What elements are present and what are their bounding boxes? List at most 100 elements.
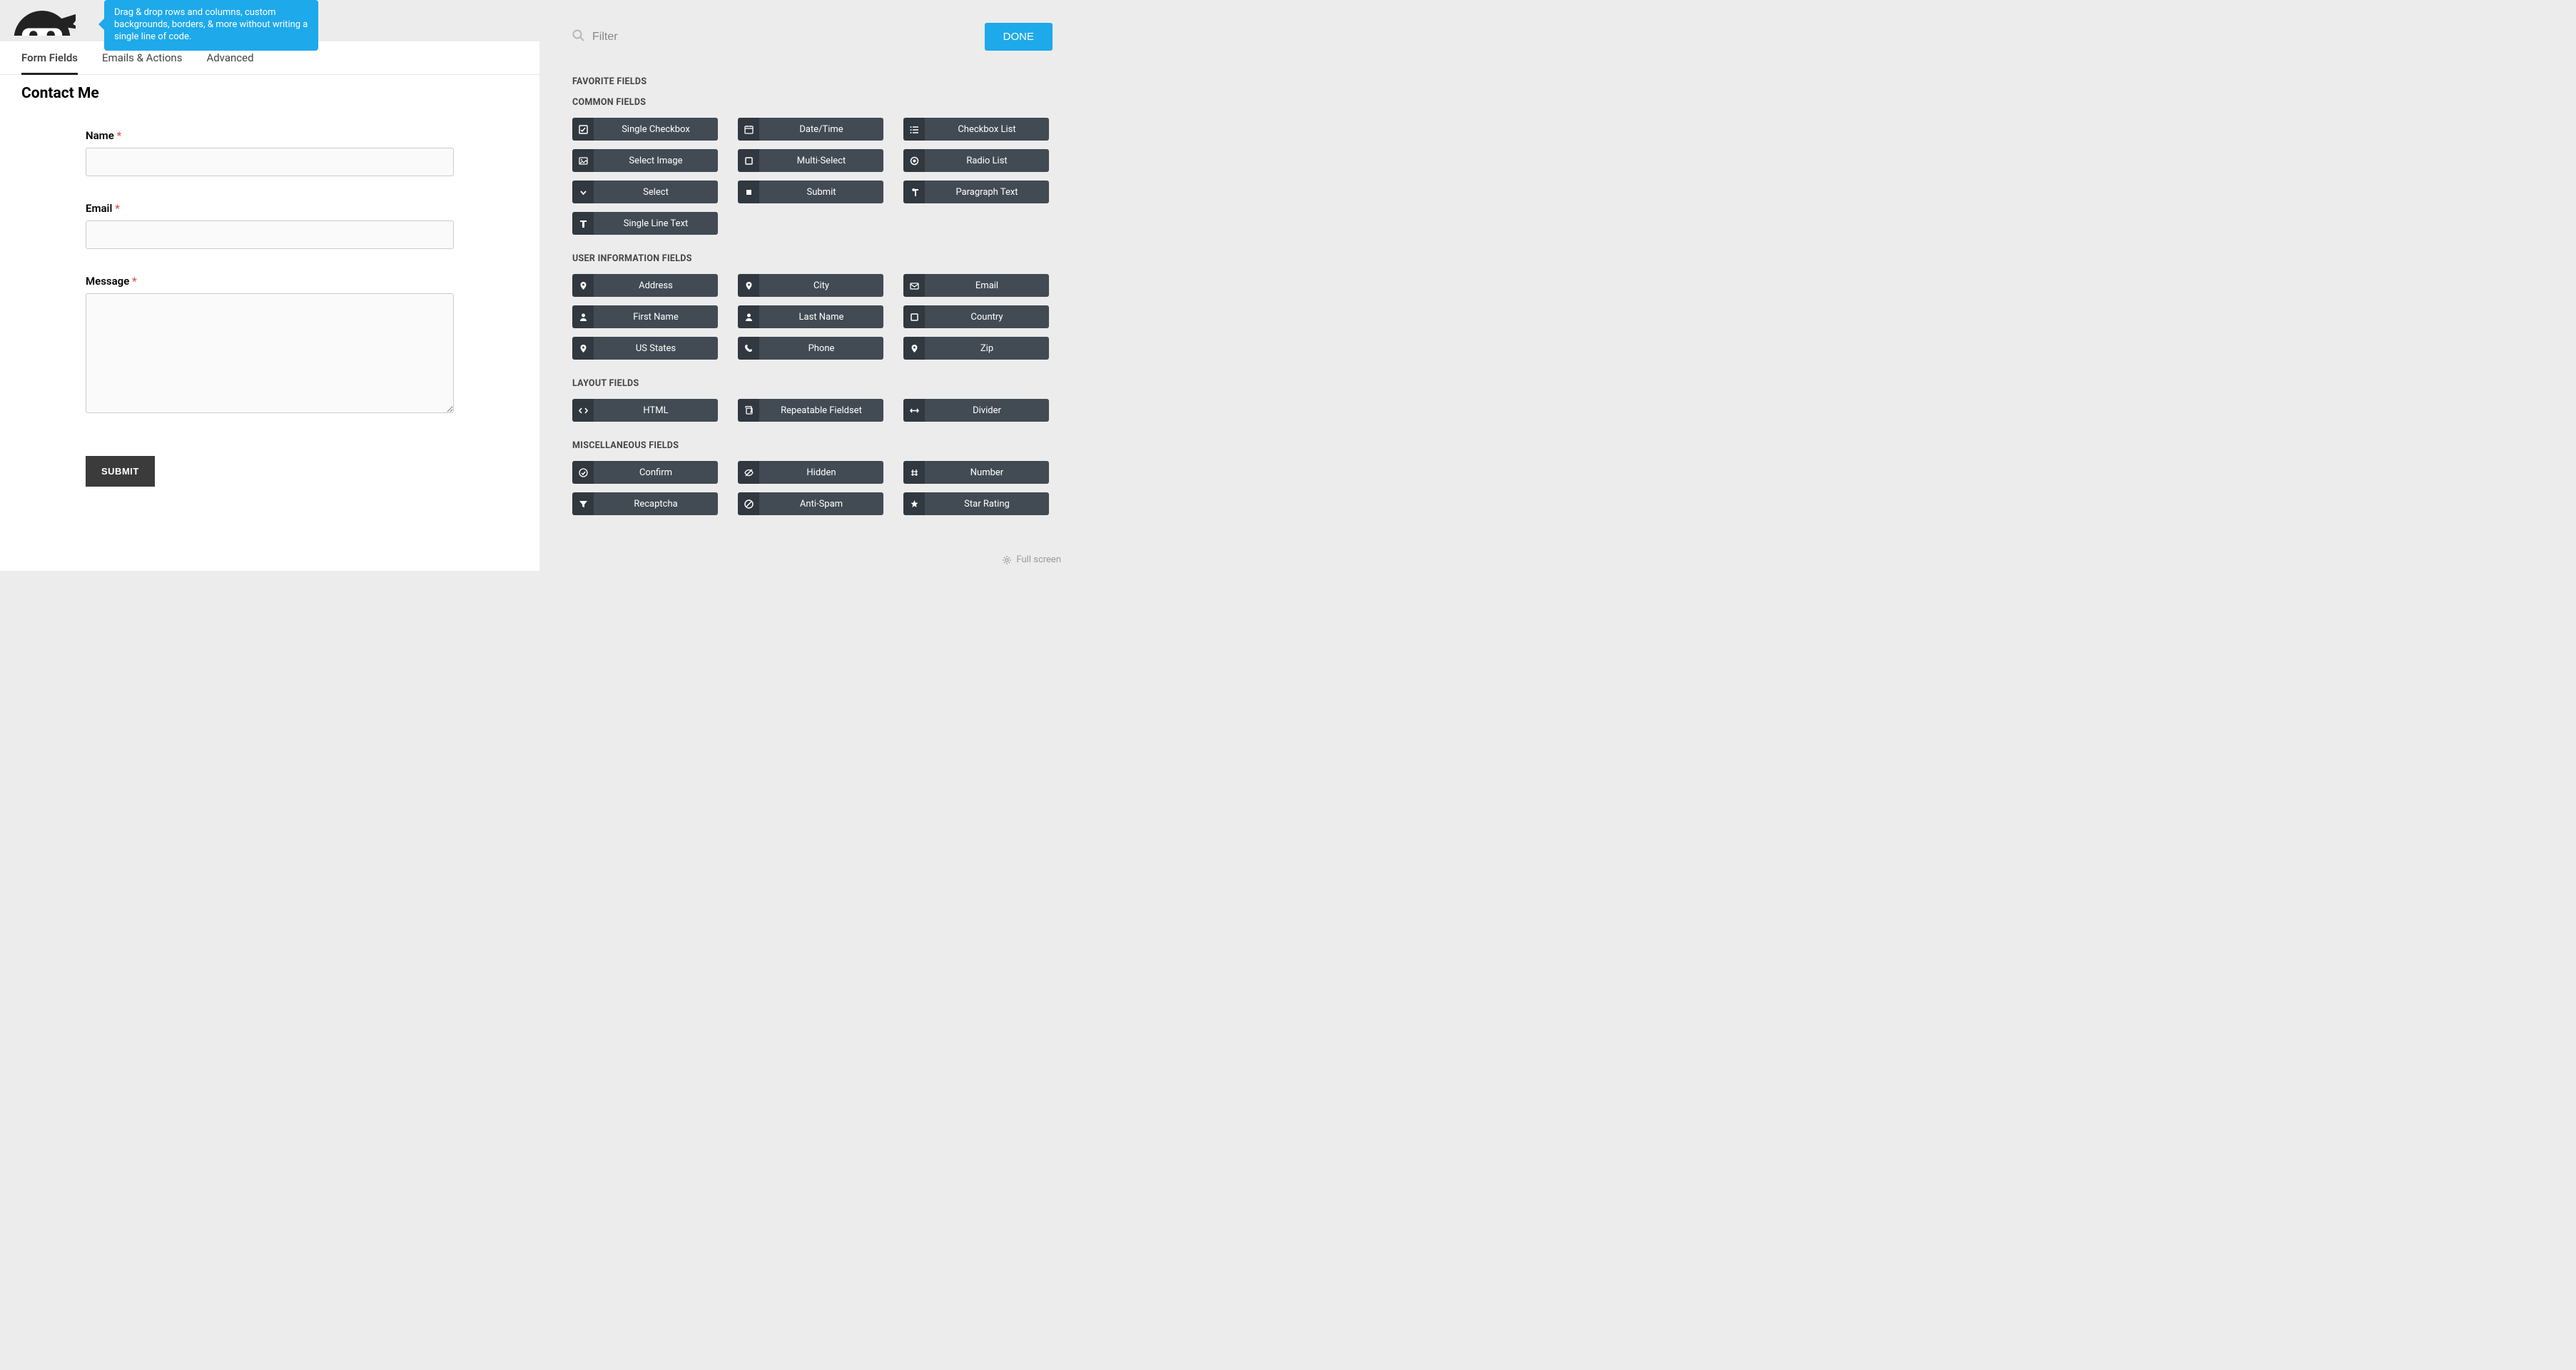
field-tile-star-rating[interactable]: Star Rating: [903, 492, 1049, 515]
fullscreen-label: Full screen: [1016, 554, 1061, 565]
submit-button[interactable]: SUBMIT: [86, 456, 155, 487]
tile-label: Hidden: [759, 467, 883, 478]
gear-icon: [1002, 555, 1012, 565]
fullscreen-toggle[interactable]: Full screen: [1002, 554, 1061, 565]
copy-icon: [738, 399, 759, 422]
search-icon: [572, 29, 585, 45]
field-tile-select-image[interactable]: Select Image: [572, 149, 718, 172]
field-tile-multi-select[interactable]: Multi-Select: [738, 149, 883, 172]
list-icon: [903, 118, 925, 141]
field-tile-anti-spam[interactable]: Anti-Spam: [738, 492, 883, 515]
field-tile-email[interactable]: Email: [903, 274, 1049, 297]
tile-label: Submit: [759, 187, 883, 198]
tile-label: Star Rating: [925, 499, 1049, 509]
email-input[interactable]: [86, 220, 454, 249]
tile-label: Single Line Text: [594, 218, 718, 229]
user-icon: [572, 305, 594, 328]
field-tile-phone[interactable]: Phone: [738, 337, 883, 360]
tile-label: Last Name: [759, 312, 883, 323]
calendar-icon: [738, 118, 759, 141]
square-fill-icon: [738, 181, 759, 203]
tile-label: Confirm: [594, 467, 718, 478]
filter-icon: [572, 492, 594, 515]
field-tile-address[interactable]: Address: [572, 274, 718, 297]
field-tile-radio-list[interactable]: Radio List: [903, 149, 1049, 172]
tile-label: Zip: [925, 343, 1049, 354]
tile-label: US States: [594, 343, 718, 354]
field-label: Name *: [86, 129, 454, 142]
paragraph-icon: [903, 181, 925, 203]
tile-label: Anti-Spam: [759, 499, 883, 509]
hash-icon: [903, 461, 925, 484]
field-tile-last-name[interactable]: Last Name: [738, 305, 883, 328]
section-heading: FAVORITE FIELDS: [572, 76, 1053, 87]
section-heading: USER INFORMATION FIELDS: [572, 253, 1053, 264]
field-tile-number[interactable]: Number: [903, 461, 1049, 484]
field-tile-divider[interactable]: Divider: [903, 399, 1049, 422]
message-input[interactable]: [86, 293, 454, 413]
tile-label: City: [759, 280, 883, 291]
image-icon: [572, 149, 594, 172]
tile-label: Number: [925, 467, 1049, 478]
code-icon: [572, 399, 594, 422]
tile-label: First Name: [594, 312, 718, 323]
check-circle-icon: [572, 461, 594, 484]
field-tile-single-line-text[interactable]: Single Line Text: [572, 212, 718, 235]
ban-icon: [738, 492, 759, 515]
field-label: Message *: [86, 275, 454, 288]
field-tile-confirm[interactable]: Confirm: [572, 461, 718, 484]
field-tile-us-states[interactable]: US States: [572, 337, 718, 360]
section-heading: LAYOUT FIELDS: [572, 378, 1053, 389]
done-button[interactable]: DONE: [985, 23, 1053, 51]
tab-emails-actions[interactable]: Emails & Actions: [102, 51, 182, 74]
field-tile-select[interactable]: Select: [572, 181, 718, 203]
square-icon: [738, 149, 759, 172]
tile-label: Multi-Select: [759, 156, 883, 166]
checkbox-icon: [572, 118, 594, 141]
field-tile-city[interactable]: City: [738, 274, 883, 297]
field-tile-submit[interactable]: Submit: [738, 181, 883, 203]
field-tile-paragraph-text[interactable]: Paragraph Text: [903, 181, 1049, 203]
chevron-icon: [572, 181, 594, 203]
field-label: Email *: [86, 202, 454, 215]
tile-label: Select Image: [594, 156, 718, 166]
section-heading: COMMON FIELDS: [572, 97, 1053, 108]
pin-icon: [572, 337, 594, 360]
star-icon: [903, 492, 925, 515]
tile-label: Repeatable Fieldset: [759, 405, 883, 416]
field-tile-checkbox-list[interactable]: Checkbox List: [903, 118, 1049, 141]
user-icon: [738, 305, 759, 328]
field-tile-country[interactable]: Country: [903, 305, 1049, 328]
field-tile-html[interactable]: HTML: [572, 399, 718, 422]
pin-icon: [738, 274, 759, 297]
tile-label: HTML: [594, 405, 718, 416]
tile-label: Checkbox List: [925, 124, 1049, 135]
field-tile-recaptcha[interactable]: Recaptcha: [572, 492, 718, 515]
tab-advanced[interactable]: Advanced: [206, 51, 253, 74]
tile-label: Radio List: [925, 156, 1049, 166]
tile-label: Paragraph Text: [925, 187, 1049, 198]
tab-form-fields[interactable]: Form Fields: [21, 51, 78, 75]
pin-icon: [903, 337, 925, 360]
filter-input[interactable]: [592, 31, 735, 44]
tile-label: Country: [925, 312, 1049, 323]
tile-label: Email: [925, 280, 1049, 291]
tile-label: Select: [594, 187, 718, 198]
eye-off-icon: [738, 461, 759, 484]
tile-label: Divider: [925, 405, 1049, 416]
phone-icon: [738, 337, 759, 360]
arrows-icon: [903, 399, 925, 422]
field-tile-hidden[interactable]: Hidden: [738, 461, 883, 484]
field-tile-zip[interactable]: Zip: [903, 337, 1049, 360]
field-tile-first-name[interactable]: First Name: [572, 305, 718, 328]
name-input[interactable]: [86, 148, 454, 176]
tile-label: Date/Time: [759, 124, 883, 135]
tile-label: Single Checkbox: [594, 124, 718, 135]
text-icon: [572, 212, 594, 235]
radio-icon: [903, 149, 925, 172]
pin-icon: [572, 274, 594, 297]
promo-tooltip: Drag & drop rows and columns, custom bac…: [104, 0, 318, 51]
field-tile-date-time[interactable]: Date/Time: [738, 118, 883, 141]
field-tile-single-checkbox[interactable]: Single Checkbox: [572, 118, 718, 141]
field-tile-repeatable-fieldset[interactable]: Repeatable Fieldset: [738, 399, 883, 422]
